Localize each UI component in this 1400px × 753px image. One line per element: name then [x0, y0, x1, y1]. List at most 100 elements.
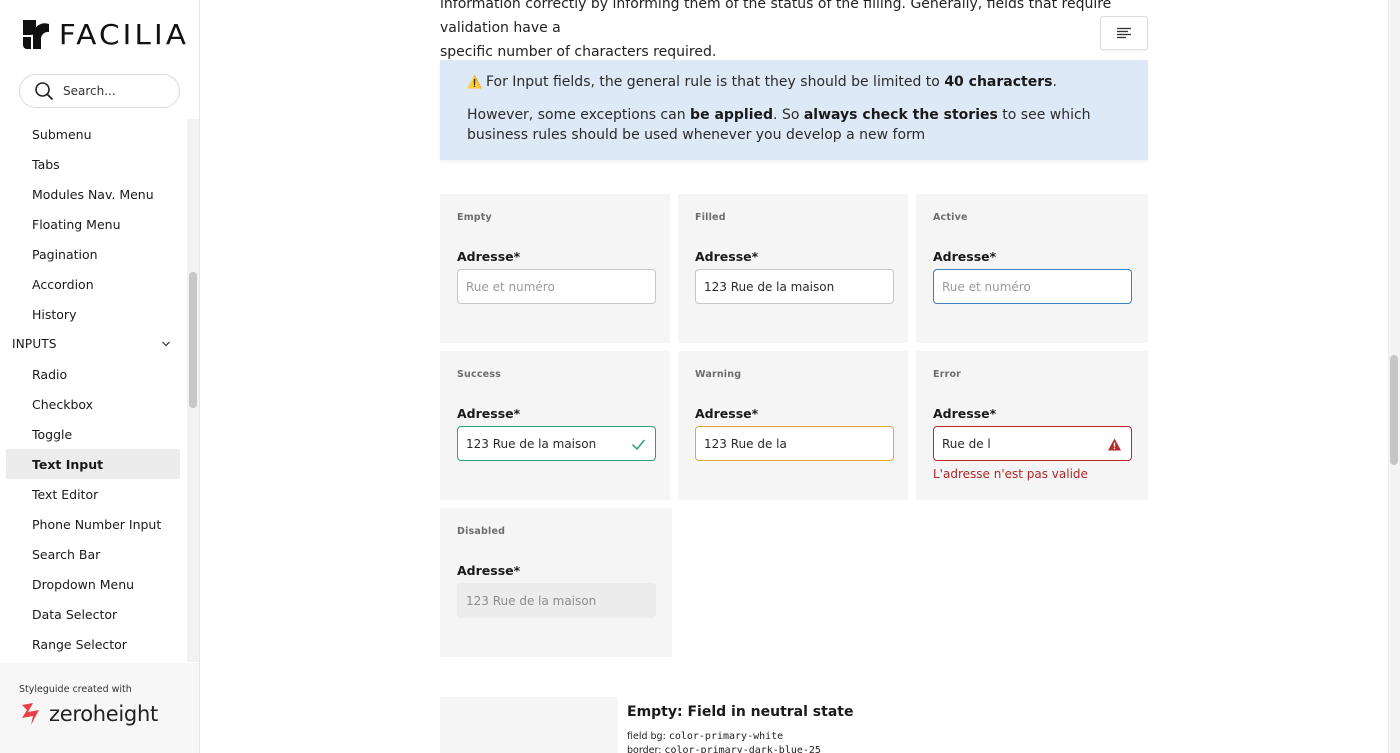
- state-card-success: Success Adresse* 123 Rue de la maison: [440, 351, 670, 500]
- field-value: 123 Rue de la: [704, 436, 787, 451]
- brand-logo[interactable]: FACILIA: [19, 18, 186, 51]
- callout-text: However, some exceptions can: [467, 107, 691, 123]
- state-card-filled: Filled Adresse* 123 Rue de la maison: [678, 194, 908, 343]
- callout-line-2: However, some exceptions can be applied.…: [467, 105, 1121, 145]
- field-label: Adresse*: [457, 249, 521, 264]
- field-value: Rue de l: [942, 436, 991, 451]
- callout-emphasis: 40 characters: [944, 74, 1053, 90]
- sidebar-item-label: Pagination: [32, 246, 98, 262]
- sidebar-item-toggle[interactable]: Toggle: [6, 419, 180, 449]
- spec-key: field bg:: [627, 731, 669, 742]
- spec-preview-card: [440, 697, 618, 753]
- sidebar-item-label: Radio: [32, 366, 68, 382]
- state-label: Error: [933, 369, 962, 380]
- list-icon: [1117, 27, 1131, 39]
- sidebar-section-label: INPUTS: [12, 337, 57, 351]
- check-icon: [632, 439, 645, 451]
- sidebar-item-label: Checkbox: [32, 396, 94, 412]
- sidebar-item-label: Range Selector: [32, 636, 127, 652]
- warning-triangle-icon: [1108, 438, 1121, 451]
- search-input[interactable]: [63, 84, 163, 98]
- callout-text: . So: [773, 107, 804, 123]
- search-icon: [35, 82, 53, 100]
- callout-emphasis: always check the stories: [803, 107, 998, 123]
- spec-line-field-bg: field bg: color-primary-white: [627, 731, 783, 742]
- address-field-filled[interactable]: 123 Rue de la maison: [695, 269, 894, 304]
- state-card-empty: Empty Adresse* Rue et numéro: [440, 194, 670, 343]
- sidebar-item-label: Modules Nav. Menu: [32, 186, 154, 202]
- sidebar-item-modules-nav-menu[interactable]: Modules Nav. Menu: [6, 179, 180, 209]
- callout-emphasis: be applied: [690, 107, 774, 123]
- facilia-logo-icon: [23, 20, 49, 49]
- state-label: Warning: [695, 369, 742, 380]
- sidebar-item-label: Tabs: [32, 156, 60, 172]
- state-label: Empty: [457, 212, 492, 223]
- info-callout: ⚠️ For Input fields, the general rule is …: [440, 60, 1148, 160]
- brand-name: FACILIA: [58, 18, 190, 51]
- sidebar-item-accordion[interactable]: Accordion: [6, 269, 180, 299]
- sidebar-item-tabs[interactable]: Tabs: [6, 149, 180, 179]
- search-box[interactable]: [19, 74, 180, 108]
- field-label: Adresse*: [933, 406, 997, 421]
- sidebar-item-label: Data Selector: [32, 606, 118, 622]
- spec-title: Empty: Field in neutral state: [627, 704, 854, 720]
- state-card-disabled: Disabled Adresse* 123 Rue de la maison: [440, 508, 672, 657]
- sidebar-item-floating-menu[interactable]: Floating Menu: [6, 209, 180, 239]
- field-label: Adresse*: [933, 249, 997, 264]
- address-field-success[interactable]: 123 Rue de la maison: [457, 426, 656, 461]
- field-label: Adresse*: [695, 406, 759, 421]
- sidebar-item-phone-number-input[interactable]: Phone Number Input: [6, 509, 180, 539]
- sidebar-item-label: Submenu: [32, 126, 92, 142]
- state-label: Active: [933, 212, 968, 223]
- zeroheight-logo[interactable]: zeroheight: [19, 701, 158, 727]
- sidebar-item-dropdown-menu[interactable]: Dropdown Menu: [6, 569, 180, 599]
- address-field-empty[interactable]: Rue et numéro: [457, 269, 656, 304]
- sidebar-item-search-bar[interactable]: Search Bar: [6, 539, 180, 569]
- intro-line-1: information correctly by informing them …: [440, 0, 1112, 36]
- field-label: Adresse*: [457, 563, 521, 578]
- address-field-error[interactable]: Rue de l: [933, 426, 1132, 461]
- sidebar-item-checkbox[interactable]: Checkbox: [6, 389, 180, 419]
- field-placeholder: Rue et numéro: [942, 279, 1031, 294]
- spec-token: color-primary-white: [668, 731, 784, 742]
- callout-text: .: [1052, 74, 1057, 90]
- field-value: 123 Rue de la maison: [466, 436, 597, 451]
- field-error-message: L'adresse n'est pas valide: [933, 467, 1088, 481]
- field-label: Adresse*: [695, 249, 759, 264]
- sidebar-item-label: Search Bar: [32, 546, 101, 562]
- sidebar-item-label: History: [32, 306, 77, 322]
- state-card-active: Active Adresse* Rue et numéro: [916, 194, 1148, 343]
- spec-token: color-primary-dark-blue-25: [664, 745, 821, 753]
- sidebar-item-data-selector[interactable]: Data Selector: [6, 599, 180, 629]
- sidebar-item-submenu[interactable]: Submenu: [6, 119, 180, 149]
- sidebar-item-text-input[interactable]: Text Input: [6, 449, 180, 479]
- sidebar-item-label: Floating Menu: [32, 216, 121, 232]
- table-of-contents-button[interactable]: [1100, 16, 1148, 50]
- zeroheight-wordmark: zeroheight: [49, 702, 158, 726]
- field-placeholder: Rue et numéro: [466, 279, 555, 294]
- state-card-error: Error Adresse* Rue de l L'adresse n'est …: [916, 351, 1148, 500]
- state-label: Filled: [695, 212, 726, 223]
- sidebar-footer: Styleguide created with zeroheight: [0, 663, 199, 753]
- sidebar-item-label: Phone Number Input: [32, 516, 162, 532]
- address-field-warning[interactable]: 123 Rue de la: [695, 426, 894, 461]
- state-label: Disabled: [457, 526, 506, 537]
- sidebar-item-pagination[interactable]: Pagination: [6, 239, 180, 269]
- main-scrollbar-thumb[interactable]: [1390, 355, 1398, 465]
- address-field-active[interactable]: Rue et numéro: [933, 269, 1132, 304]
- sidebar-item-label: Text Input: [32, 456, 104, 472]
- sidebar-item-label: Accordion: [32, 276, 94, 292]
- sidebar-item-history[interactable]: History: [6, 299, 180, 329]
- sidebar-item-text-editor[interactable]: Text Editor: [6, 479, 180, 509]
- sidebar-item-radio[interactable]: Radio: [6, 359, 180, 389]
- sidebar-item-range-selector[interactable]: Range Selector: [6, 629, 180, 659]
- sidebar-item-label: Text Editor: [32, 486, 99, 502]
- sidebar-scrollbar-thumb[interactable]: [189, 272, 197, 408]
- warning-icon: ⚠️: [467, 75, 482, 89]
- field-value: 123 Rue de la maison: [466, 593, 597, 608]
- sidebar-section-inputs[interactable]: INPUTS: [0, 329, 187, 359]
- spec-key: border:: [627, 745, 665, 753]
- chevron-down-icon: [162, 341, 170, 347]
- sidebar-item-label: Dropdown Menu: [32, 576, 135, 592]
- callout-text: For Input fields, the general rule is th…: [485, 74, 945, 90]
